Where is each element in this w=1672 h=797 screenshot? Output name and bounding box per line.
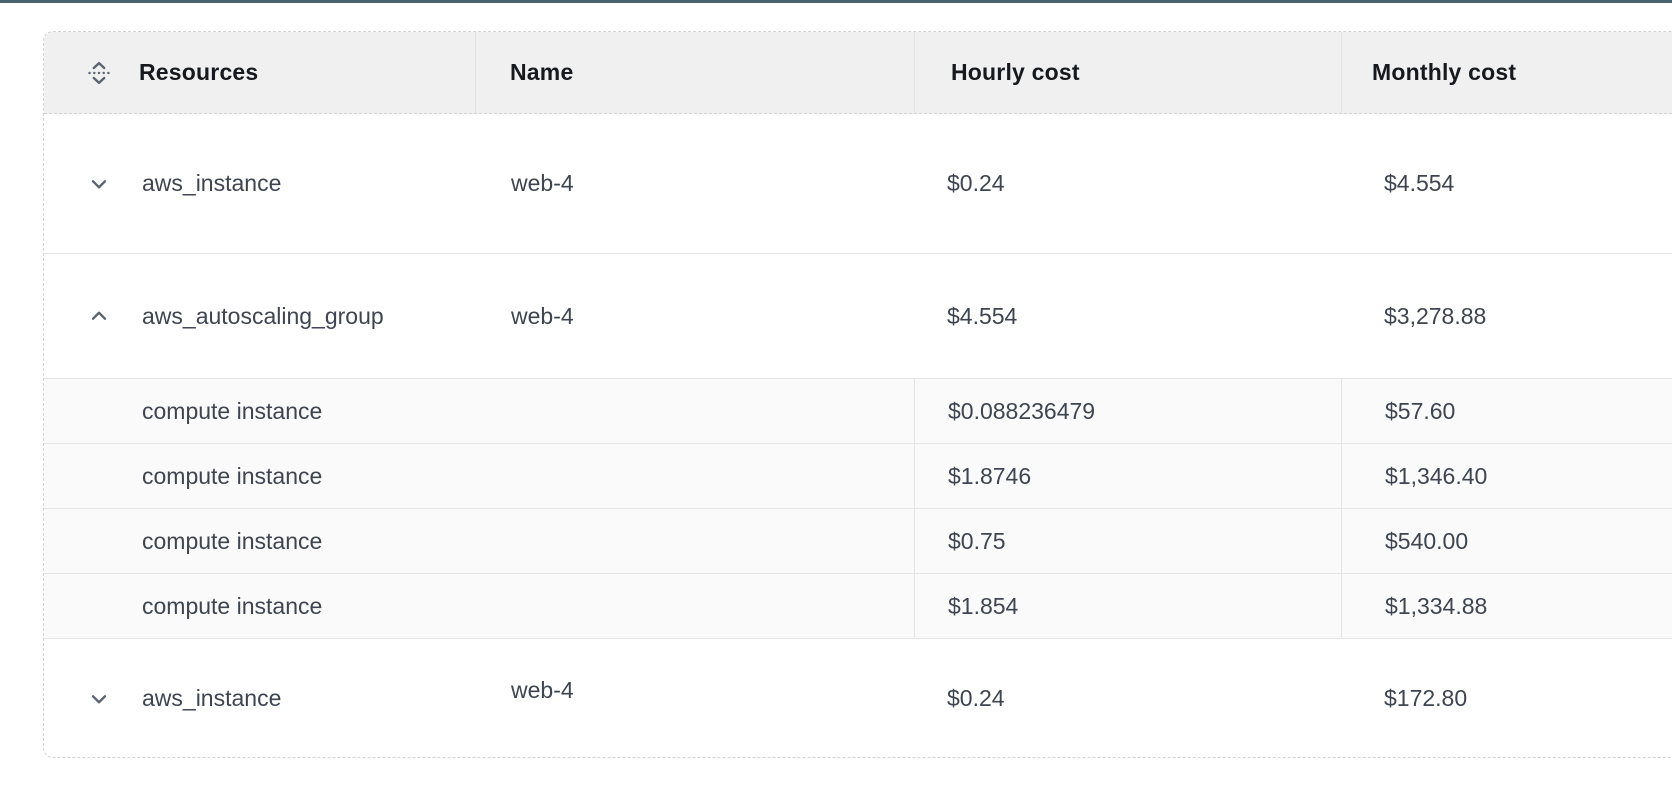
monthly-cost-cell: $540.00 — [1341, 509, 1672, 573]
resource-type-label: aws_autoscaling_group — [142, 303, 384, 330]
header-cell-name: Name — [475, 32, 914, 113]
resource-cell: aws_instance — [44, 639, 475, 758]
monthly-cost-value: $3,278.88 — [1384, 303, 1486, 330]
hourly-cost-cell: $0.088236479 — [914, 379, 1341, 443]
hourly-cost-value: $4.554 — [947, 303, 1017, 330]
hourly-cost-value: $0.24 — [947, 170, 1005, 197]
column-header-monthly-cost: Monthly cost — [1372, 59, 1516, 86]
monthly-cost-value: $57.60 — [1385, 398, 1455, 425]
hourly-cost-value: $1.854 — [948, 593, 1018, 620]
hourly-cost-value: $1.8746 — [948, 463, 1031, 490]
resource-name: web-4 — [511, 677, 574, 704]
chevron-up-icon[interactable] — [86, 303, 112, 329]
monthly-cost-value: $4.554 — [1384, 170, 1454, 197]
monthly-cost-value: $1,334.88 — [1385, 593, 1487, 620]
table-row-aws-instance-1: aws_instance web-4 $0.24 $4.554 — [44, 114, 1672, 253]
hourly-cost-cell: $1.8746 — [914, 444, 1341, 508]
table-header-row: Resources Name Hourly cost Monthly cost — [44, 32, 1672, 114]
name-cell: web-4 — [475, 114, 914, 253]
column-header-hourly-cost: Hourly cost — [951, 59, 1080, 86]
component-label-cell: compute instance — [44, 444, 914, 508]
component-label-cell: compute instance — [44, 379, 914, 443]
component-row-compute-instance: compute instance $0.088236479 $57.60 — [44, 378, 1672, 443]
component-label: compute instance — [142, 528, 322, 555]
expand-collapse-rows-icon[interactable] — [86, 60, 112, 86]
resource-name: web-4 — [511, 303, 574, 330]
monthly-cost-cell: $1,334.88 — [1341, 574, 1672, 638]
resource-cell: aws_instance — [44, 114, 475, 253]
cost-breakdown-table: Resources Name Hourly cost Monthly cost … — [43, 31, 1672, 758]
page-top-accent-bar — [0, 0, 1672, 3]
resource-name: web-4 — [511, 170, 574, 197]
monthly-cost-cell: $4.554 — [1341, 114, 1672, 253]
component-label: compute instance — [142, 398, 322, 425]
hourly-cost-cell: $1.854 — [914, 574, 1341, 638]
hourly-cost-cell: $0.75 — [914, 509, 1341, 573]
hourly-cost-cell: $0.24 — [914, 114, 1341, 253]
component-label-cell: compute instance — [44, 509, 914, 573]
chevron-down-icon[interactable] — [86, 686, 112, 712]
hourly-cost-cell: $4.554 — [914, 254, 1341, 378]
column-header-resources: Resources — [139, 59, 258, 86]
monthly-cost-cell: $57.60 — [1341, 379, 1672, 443]
hourly-cost-cell: $0.24 — [914, 639, 1341, 758]
hourly-cost-value: $0.24 — [947, 685, 1005, 712]
resource-cell: aws_autoscaling_group — [44, 254, 475, 378]
monthly-cost-value: $1,346.40 — [1385, 463, 1487, 490]
column-header-name: Name — [510, 59, 573, 86]
resource-type-label: aws_instance — [142, 685, 281, 712]
component-label: compute instance — [142, 593, 322, 620]
monthly-cost-value: $172.80 — [1384, 685, 1467, 712]
component-row-compute-instance: compute instance $1.8746 $1,346.40 — [44, 443, 1672, 508]
name-cell: web-4 — [475, 254, 914, 378]
component-row-compute-instance: compute instance $0.75 $540.00 — [44, 508, 1672, 573]
table-row-aws-autoscaling-group: aws_autoscaling_group web-4 $4.554 $3,27… — [44, 253, 1672, 378]
hourly-cost-value: $0.75 — [948, 528, 1006, 555]
component-row-compute-instance: compute instance $1.854 $1,334.88 — [44, 573, 1672, 638]
name-cell: web-4 — [475, 631, 914, 750]
header-cell-resources: Resources — [44, 32, 475, 113]
resource-type-label: aws_instance — [142, 170, 281, 197]
component-label-cell: compute instance — [44, 574, 914, 638]
monthly-cost-cell: $1,346.40 — [1341, 444, 1672, 508]
monthly-cost-value: $540.00 — [1385, 528, 1468, 555]
header-cell-monthly-cost: Monthly cost — [1341, 32, 1672, 113]
header-cell-hourly-cost: Hourly cost — [914, 32, 1341, 113]
monthly-cost-cell: $3,278.88 — [1341, 254, 1672, 378]
chevron-down-icon[interactable] — [86, 171, 112, 197]
component-label: compute instance — [142, 463, 322, 490]
table-row-aws-instance-2: aws_instance web-4 $0.24 $172.80 — [44, 638, 1672, 758]
hourly-cost-value: $0.088236479 — [948, 398, 1095, 425]
monthly-cost-cell: $172.80 — [1341, 639, 1672, 758]
